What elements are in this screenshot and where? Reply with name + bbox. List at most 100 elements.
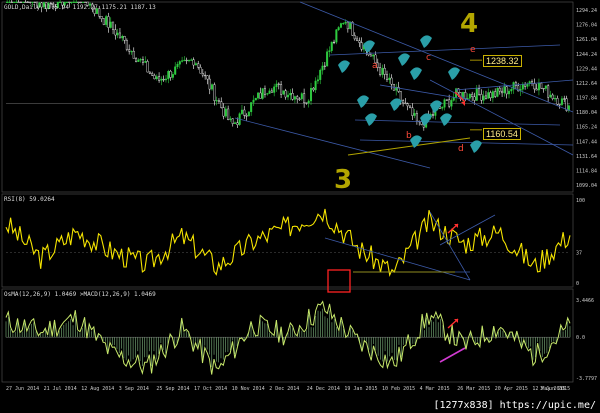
time-tick-label: 4 Mar 2015 xyxy=(420,386,450,392)
candle-body xyxy=(558,104,561,106)
candle-body xyxy=(335,29,338,43)
candle-body xyxy=(369,54,372,57)
candle-body xyxy=(478,88,481,95)
candle-body xyxy=(102,18,105,25)
candle-body xyxy=(31,1,34,4)
candle-body xyxy=(222,107,225,117)
candle-body xyxy=(275,83,278,88)
candle-body xyxy=(358,40,361,43)
candle-body xyxy=(404,102,407,104)
candle-body xyxy=(6,1,9,4)
candle-body xyxy=(296,96,299,100)
candle-body xyxy=(339,23,342,28)
candle-body xyxy=(208,78,211,90)
candle-body xyxy=(254,97,257,101)
candle-body xyxy=(213,84,216,101)
candle-body xyxy=(33,1,36,4)
candle-body xyxy=(432,113,435,116)
rsi-tick-label: 100 xyxy=(576,198,585,204)
candle-body xyxy=(445,99,448,101)
candle-body xyxy=(259,92,262,99)
candle-body xyxy=(59,1,62,4)
candle-body xyxy=(496,87,499,97)
candle-body xyxy=(199,67,202,74)
candle-body xyxy=(155,76,158,80)
candle-body xyxy=(286,94,290,98)
candle-body xyxy=(17,1,20,4)
candle-body xyxy=(118,32,121,39)
candle-body xyxy=(551,94,554,100)
candle-body xyxy=(229,118,232,121)
candle-body xyxy=(13,1,16,4)
candle-body xyxy=(484,95,487,99)
candle-body xyxy=(220,101,223,108)
candle-body xyxy=(10,1,13,4)
candle-body xyxy=(556,98,559,105)
wave-label-a: a xyxy=(372,61,378,71)
candle-body xyxy=(443,99,446,108)
candle-body xyxy=(353,35,356,40)
candle-body xyxy=(328,50,331,52)
candle-body xyxy=(19,1,22,4)
candle-body xyxy=(112,21,115,30)
candle-body xyxy=(211,84,214,90)
candle-body xyxy=(298,98,301,100)
time-tick-label: 3 Jun 2015 xyxy=(540,386,570,392)
macd-tick-label: 3.4466 xyxy=(576,298,594,304)
candle-body xyxy=(333,41,336,44)
candle-body xyxy=(480,94,483,101)
candle-body xyxy=(487,92,490,99)
candle-body xyxy=(263,88,266,95)
candle-body xyxy=(537,82,540,91)
candle-body xyxy=(385,74,388,81)
candle-body xyxy=(507,90,511,95)
candle-body xyxy=(236,122,239,125)
candle-body xyxy=(563,98,566,100)
candle-body xyxy=(234,122,237,124)
wave-label-d: d xyxy=(458,144,464,154)
candle-body xyxy=(293,96,296,100)
candle-body xyxy=(192,59,195,66)
candle-body xyxy=(171,74,174,78)
candle-body xyxy=(8,1,11,4)
candle-body xyxy=(77,1,80,4)
candle-body xyxy=(181,60,184,62)
candle-body xyxy=(381,67,384,75)
time-tick-label: 19 Jan 2015 xyxy=(344,386,377,392)
candle-body xyxy=(72,1,75,4)
rsi-tick-label: 37 xyxy=(576,250,582,256)
price-tick-label: 1229.44 xyxy=(576,66,597,72)
candle-body xyxy=(448,99,451,107)
candle-body xyxy=(323,65,326,67)
time-tick-label: 2 Dec 2014 xyxy=(269,386,299,392)
price-tick-label: 1261.04 xyxy=(576,37,597,43)
candle-body xyxy=(188,59,191,62)
candle-body xyxy=(326,51,329,67)
candle-body xyxy=(197,63,200,68)
candle-body xyxy=(116,32,119,36)
candle-body xyxy=(240,109,243,114)
candle-body xyxy=(24,1,27,4)
candle-body xyxy=(194,63,197,66)
candle-body xyxy=(549,94,552,98)
candle-body xyxy=(342,22,345,25)
candle-body xyxy=(201,73,204,76)
candle-body xyxy=(257,92,260,99)
candle-body xyxy=(399,91,402,101)
candle-body xyxy=(415,113,418,122)
price-tick-label: 1244.24 xyxy=(576,52,597,58)
macd-tick-label: 0.0 xyxy=(576,335,585,341)
time-tick-label: 10 Nov 2014 xyxy=(232,386,265,392)
candle-body xyxy=(153,75,156,80)
candle-body xyxy=(388,77,391,81)
time-tick-label: 12 Aug 2014 xyxy=(81,386,114,392)
candle-body xyxy=(289,93,292,96)
level-upper-tag: 1238.32 xyxy=(483,55,522,67)
candle-body xyxy=(337,27,340,30)
candle-body xyxy=(360,42,363,50)
candle-body xyxy=(475,88,478,101)
candle-body xyxy=(450,100,453,107)
candle-body xyxy=(303,93,306,103)
candle-body xyxy=(482,95,485,101)
price-tick-label: 1294.24 xyxy=(576,8,597,14)
